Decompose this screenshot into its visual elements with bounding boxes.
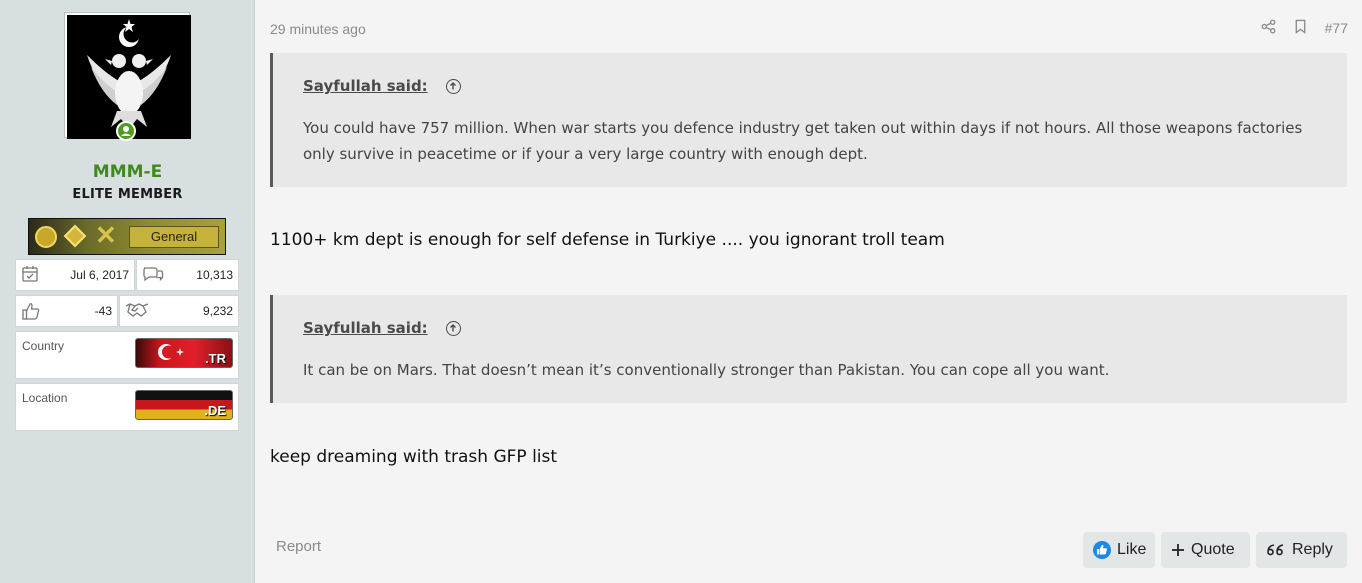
reply-text-1: 1100+ km dept is enough for self defense… [270, 230, 945, 250]
post-number[interactable]: #77 [1325, 20, 1348, 36]
rank-diamond-icon [63, 224, 87, 248]
user-title: ELITE MEMBER [72, 187, 183, 202]
username[interactable]: MMM-E [0, 162, 255, 182]
quote-block-2: Sayfullah said: It can be on Mars. That … [270, 295, 1347, 403]
reactions-score: -43 [94, 304, 112, 318]
quote-marks-icon [1266, 543, 1286, 557]
country-code: .TR [205, 351, 226, 366]
reply-text-2: keep dreaming with trash GFP list [270, 447, 558, 467]
points-count: 9,232 [202, 304, 233, 318]
reply-button[interactable]: Reply [1256, 532, 1347, 568]
post-timestamp[interactable]: 29 minutes ago [270, 21, 366, 37]
plus-icon [1171, 543, 1185, 557]
country-label: Country [22, 339, 65, 353]
quote-author-2[interactable]: Sayfullah said: [303, 319, 428, 337]
like-label: Like [1117, 541, 1147, 558]
reply-label: Reply [1292, 541, 1333, 558]
post-main: 29 minutes ago #77 Sayfullah said: You c… [255, 0, 1362, 583]
germany-flag-icon: .DE [135, 390, 233, 420]
double-headed-eagle-icon [67, 15, 191, 139]
user-sidebar: MMM-E ELITE MEMBER ✕ General Jul 6, 2017 [0, 0, 255, 583]
quote-label: Quote [1191, 541, 1235, 558]
rank-x-icon: ✕ [95, 221, 117, 251]
report-link[interactable]: Report [276, 538, 321, 555]
share-icon[interactable] [1261, 19, 1276, 37]
quote-text-2: It can be on Mars. That doesn’t mean it’… [303, 361, 1110, 379]
messages-count: 10,313 [196, 268, 233, 282]
quote-author-1[interactable]: Sayfullah said: [303, 77, 428, 95]
points-stat: 9,232 [119, 295, 239, 327]
like-button[interactable]: Like [1083, 532, 1155, 568]
location-label: Location [22, 391, 68, 405]
post-header-actions: #77 [1243, 19, 1348, 37]
country-field: Country .TR [15, 331, 239, 379]
location-field: Location .DE [15, 383, 239, 431]
arrow-up-circle-icon[interactable] [446, 321, 461, 336]
joined-date: Jul 6, 2017 [70, 268, 129, 282]
messages-icon [142, 265, 164, 286]
quote-block-1: Sayfullah said: You could have 757 milli… [270, 53, 1347, 187]
location-code: .DE [204, 403, 226, 418]
thumbs-up-icon [21, 301, 41, 324]
arrow-up-circle-icon[interactable] [446, 79, 461, 94]
rank-banner: ✕ General [28, 218, 226, 255]
turkey-flag-icon: .TR [135, 338, 233, 368]
user-avatar[interactable] [65, 13, 191, 139]
rank-emblem-icon [35, 226, 57, 248]
bookmark-icon[interactable] [1294, 19, 1307, 37]
online-status-icon [116, 121, 136, 141]
handshake-icon [125, 301, 149, 322]
messages-stat: 10,313 [136, 259, 239, 291]
calendar-icon [21, 265, 39, 286]
rank-label: General [129, 226, 219, 248]
like-thumb-icon [1093, 541, 1111, 559]
quote-text-1: You could have 757 million. When war sta… [303, 119, 1303, 163]
joined-stat: Jul 6, 2017 [15, 259, 135, 291]
reactions-stat: -43 [15, 295, 118, 327]
quote-button[interactable]: Quote [1161, 532, 1250, 568]
